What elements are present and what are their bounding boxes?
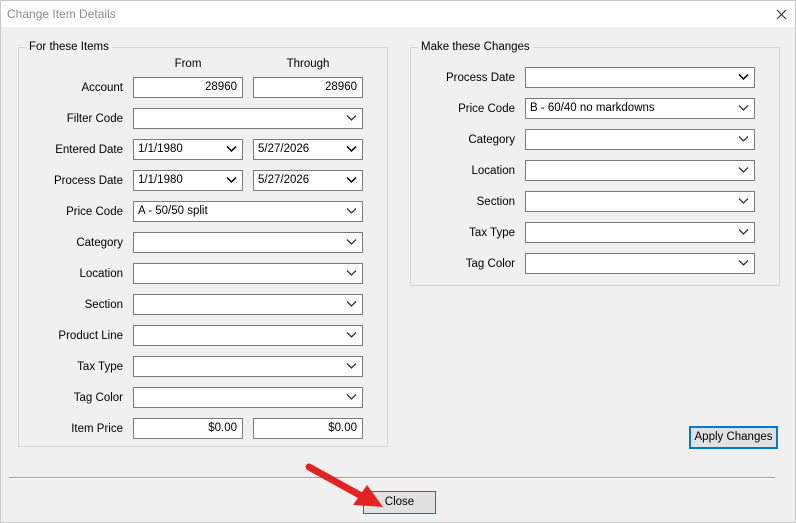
- tag-color-dropdown[interactable]: [133, 387, 363, 408]
- chevron-down-icon: [346, 208, 357, 214]
- new-location-label: Location: [471, 165, 515, 177]
- chevron-down-icon: [738, 73, 749, 81]
- close-icon: [776, 9, 786, 19]
- new-price-code-dropdown[interactable]: B - 60/40 no markdowns: [525, 98, 755, 119]
- new-category-dropdown[interactable]: [525, 129, 755, 150]
- chevron-down-icon: [346, 115, 357, 121]
- item-price-label: Item Price: [71, 423, 123, 435]
- chevron-down-icon: [346, 176, 357, 184]
- account-from-input[interactable]: 28960: [133, 77, 243, 98]
- through-column-header: Through: [286, 58, 330, 70]
- new-section-dropdown[interactable]: [525, 191, 755, 212]
- chevron-down-icon: [738, 229, 749, 235]
- new-section-label: Section: [476, 196, 515, 208]
- chevron-down-icon: [738, 167, 749, 173]
- chevron-down-icon: [346, 239, 357, 245]
- new-tag-color-label: Tag Color: [465, 258, 515, 270]
- tax-type-dropdown[interactable]: [133, 356, 363, 377]
- new-tag-color-dropdown[interactable]: [525, 253, 755, 274]
- product-line-dropdown[interactable]: [133, 325, 363, 346]
- account-label: Account: [81, 82, 123, 94]
- new-location-dropdown[interactable]: [525, 160, 755, 181]
- section-dropdown[interactable]: [133, 294, 363, 315]
- chevron-down-icon: [346, 301, 357, 307]
- window-title: Change Item Details: [7, 7, 116, 21]
- chevron-down-icon: [226, 176, 237, 184]
- process-date-from-picker[interactable]: 1/1/1980: [133, 170, 243, 191]
- account-through-input[interactable]: 28960: [253, 77, 363, 98]
- product-line-label: Product Line: [58, 330, 123, 342]
- new-process-date-picker[interactable]: [525, 67, 755, 88]
- chevron-down-icon: [738, 136, 749, 142]
- change-item-details-window: Change Item Details For these Items From…: [0, 0, 796, 523]
- filter-code-dropdown[interactable]: [133, 108, 363, 129]
- new-tax-type-dropdown[interactable]: [525, 222, 755, 243]
- chevron-down-icon: [738, 198, 749, 204]
- chevron-down-icon: [738, 260, 749, 266]
- chevron-down-icon: [346, 332, 357, 338]
- entered-date-from-value: 1/1/1980: [138, 143, 183, 155]
- entered-date-label: Entered Date: [55, 144, 123, 156]
- new-category-label: Category: [468, 134, 515, 146]
- price-code-label: Price Code: [66, 206, 123, 218]
- chevron-down-icon: [226, 145, 237, 153]
- location-dropdown[interactable]: [133, 263, 363, 284]
- tax-type-label: Tax Type: [77, 361, 123, 373]
- process-date-label: Process Date: [53, 175, 123, 187]
- apply-changes-button[interactable]: Apply Changes: [689, 426, 778, 449]
- price-code-value: A - 50/50 split: [138, 205, 208, 217]
- footer-divider: [9, 477, 775, 479]
- entered-date-from-picker[interactable]: 1/1/1980: [133, 139, 243, 160]
- chevron-down-icon: [346, 394, 357, 400]
- chevron-down-icon: [346, 363, 357, 369]
- chevron-down-icon: [346, 270, 357, 276]
- window-close-button[interactable]: [767, 1, 795, 27]
- chevron-down-icon: [738, 105, 749, 111]
- tag-color-label: Tag Color: [73, 392, 123, 404]
- new-price-code-value: B - 60/40 no markdowns: [530, 102, 655, 114]
- entered-date-through-value: 5/27/2026: [258, 143, 310, 155]
- location-label: Location: [79, 268, 123, 280]
- price-code-dropdown[interactable]: A - 50/50 split: [133, 201, 363, 222]
- new-process-date-label: Process Date: [445, 72, 515, 84]
- chevron-down-icon: [346, 145, 357, 153]
- process-date-through-value: 5/27/2026: [258, 174, 310, 186]
- item-price-through-input[interactable]: $0.00: [253, 418, 363, 439]
- section-label: Section: [84, 299, 123, 311]
- new-price-code-label: Price Code: [458, 103, 515, 115]
- process-date-from-value: 1/1/1980: [138, 174, 183, 186]
- filter-code-label: Filter Code: [66, 113, 123, 125]
- process-date-through-picker[interactable]: 5/27/2026: [253, 170, 363, 191]
- red-arrow-icon: [305, 463, 383, 507]
- category-label: Category: [76, 237, 123, 249]
- title-bar: Change Item Details: [1, 1, 795, 27]
- for-these-items-legend: For these Items: [26, 41, 112, 53]
- make-these-changes-legend: Make these Changes: [418, 41, 533, 53]
- from-column-header: From: [174, 58, 202, 70]
- category-dropdown[interactable]: [133, 232, 363, 253]
- new-tax-type-label: Tax Type: [469, 227, 515, 239]
- item-price-from-input[interactable]: $0.00: [133, 418, 243, 439]
- entered-date-through-picker[interactable]: 5/27/2026: [253, 139, 363, 160]
